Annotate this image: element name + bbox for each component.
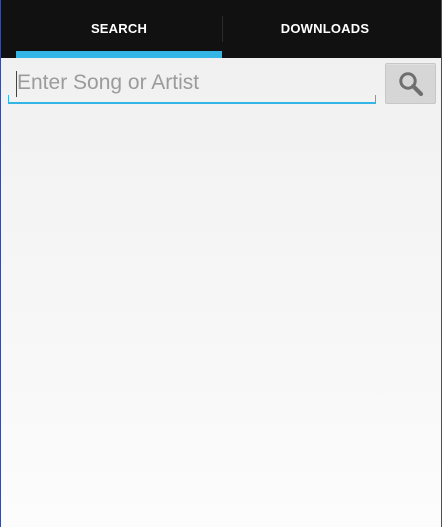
search-input-left-tick xyxy=(8,95,9,103)
tab-search[interactable]: SEARCH xyxy=(16,0,222,58)
search-input-right-tick xyxy=(375,95,376,103)
search-icon xyxy=(398,71,423,96)
active-tab-indicator xyxy=(16,51,222,58)
app-window: SEARCH DOWNLOADS xyxy=(0,0,442,527)
search-input[interactable] xyxy=(8,64,376,104)
tab-bar: SEARCH DOWNLOADS xyxy=(1,0,441,58)
search-button[interactable] xyxy=(385,63,436,104)
tab-downloads[interactable]: DOWNLOADS xyxy=(223,0,427,58)
text-cursor xyxy=(16,71,17,97)
search-input-underline xyxy=(8,102,376,104)
